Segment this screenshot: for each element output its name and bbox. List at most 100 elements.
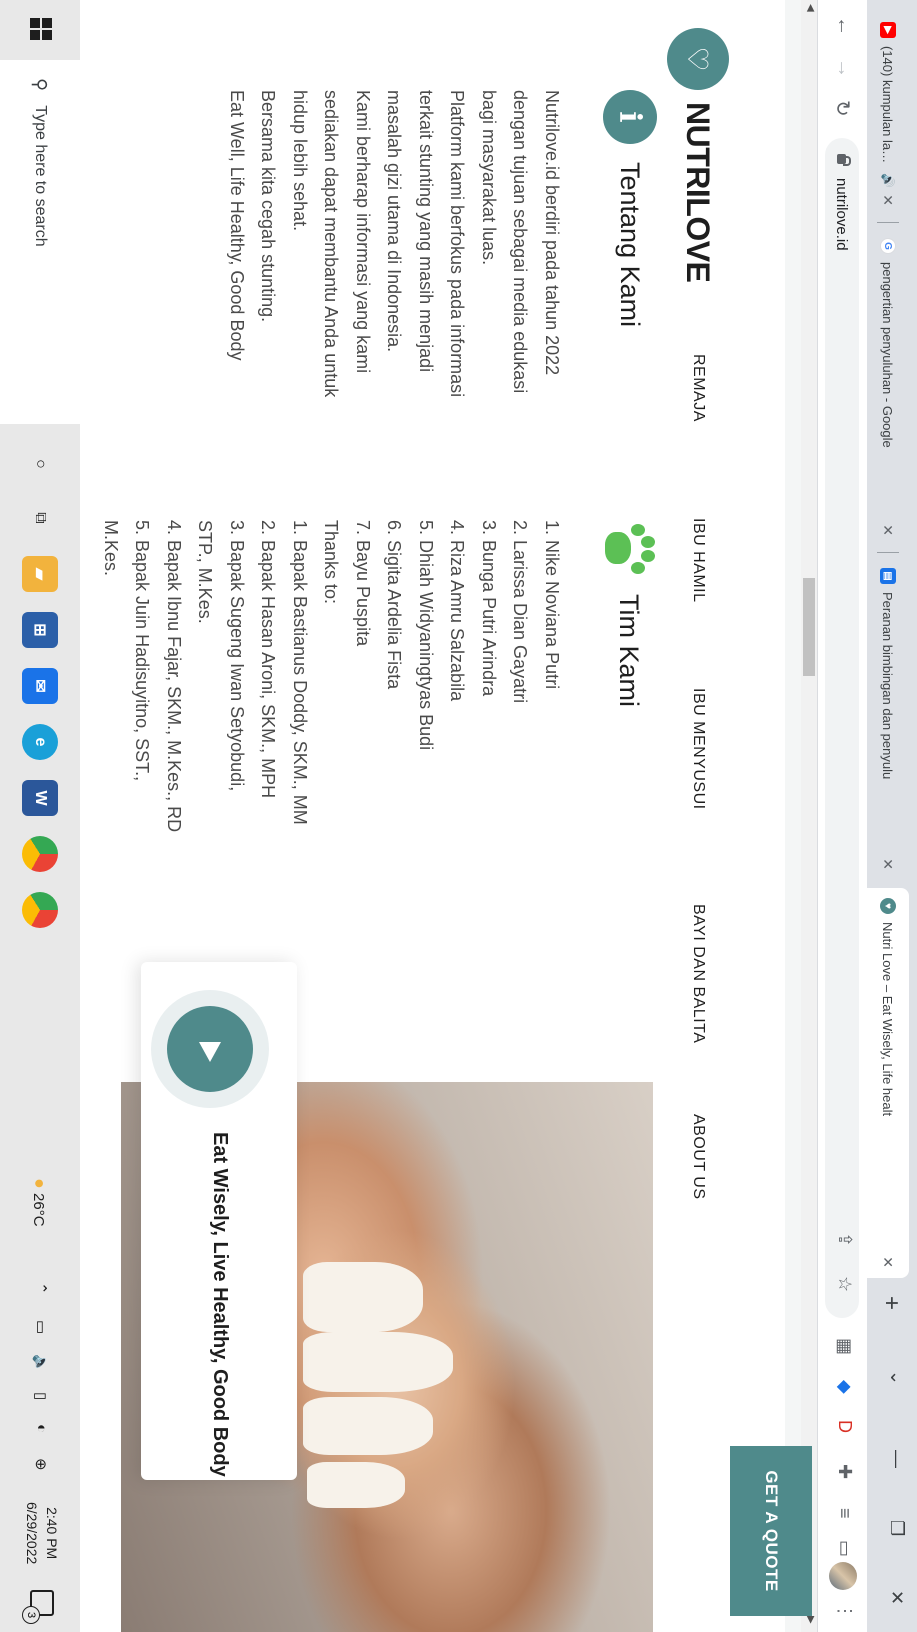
google-icon: G bbox=[880, 238, 896, 254]
chrome-icon[interactable] bbox=[22, 836, 58, 872]
browser-toolbar: ← → ↻ nutrilove.id ⇪ ☆ ▦ ◆ D ✚ ≡ ▭ ⋮ bbox=[817, 0, 867, 1632]
menu-dots-icon[interactable]: ⋮ bbox=[834, 1602, 855, 1620]
puzzle-icon[interactable]: ✚ bbox=[834, 1464, 855, 1479]
team-line: 2. Larissa Dian Gayatri bbox=[510, 520, 531, 704]
tray-battery-icon[interactable]: ▭ bbox=[32, 1320, 50, 1334]
chrome-profile-icon[interactable] bbox=[22, 892, 58, 928]
tab-nutrilove[interactable]: ♥ Nutri Love – Eat Wisely, Life healt ✕ bbox=[867, 888, 909, 1278]
nav-ibu-menyusui[interactable]: IBU MENYUSUI bbox=[689, 688, 707, 810]
clock-date: 6/29/2022 bbox=[24, 1502, 40, 1565]
nav-ibu-hamil[interactable]: IBU HAMIL bbox=[689, 518, 707, 603]
hero-caption-text: Eat Wisely, Live Healthy, Good Body bbox=[209, 1132, 231, 1477]
heart-logo-icon: ♡ bbox=[667, 28, 729, 90]
tab-search-icon[interactable]: ⌄ bbox=[886, 1370, 907, 1385]
new-tab-button[interactable]: + bbox=[877, 1296, 905, 1310]
taskbar-clock[interactable]: 2:40 PM 6/29/2022 bbox=[22, 1502, 62, 1564]
search-placeholder: Type here to search bbox=[32, 105, 49, 247]
about-line: masalah gizi utama di Indonesia. bbox=[384, 90, 405, 353]
task-view-icon[interactable]: ⧉ bbox=[22, 500, 58, 536]
extension-icon[interactable]: ▦ bbox=[834, 1338, 855, 1355]
paper-family-figure bbox=[307, 1462, 405, 1508]
team-text: 1. Nike Noviana Putri 2. Larissa Dian Gay… bbox=[95, 520, 568, 832]
tab-separator bbox=[877, 222, 899, 223]
share-icon[interactable]: ⇪ bbox=[834, 1232, 855, 1247]
nav-bayi-dan-balita[interactable]: BAYI DAN BALITA bbox=[689, 904, 707, 1043]
close-icon[interactable]: ✕ bbox=[880, 858, 897, 870]
tray-chevron-icon[interactable]: ⌃ bbox=[32, 1282, 50, 1295]
tab-label: (140) kumpulan lagu indie fu bbox=[880, 46, 896, 170]
store-icon[interactable]: ⊞ bbox=[22, 612, 58, 648]
play-button-ring[interactable] bbox=[151, 990, 269, 1108]
scroll-right-icon[interactable]: ▶ bbox=[805, 1616, 816, 1624]
tray-network-icon[interactable]: ⊕ bbox=[32, 1458, 50, 1471]
paper-family-figure bbox=[303, 1332, 453, 1392]
team-line: 3. Bapak Sugeng Iwan Setyobudi, bbox=[227, 520, 247, 792]
about-line: sediakan dapat membantu Anda untuk bbox=[321, 90, 342, 398]
file-explorer-icon[interactable]: ▰ bbox=[22, 556, 58, 592]
bookmark-star-icon[interactable]: ☆ bbox=[834, 1276, 855, 1292]
windows-start-icon[interactable] bbox=[30, 18, 52, 40]
edge-icon[interactable]: e bbox=[22, 724, 58, 760]
tray-volume-icon[interactable]: 🔈 bbox=[32, 1354, 50, 1373]
notification-count: 3 bbox=[22, 1606, 40, 1624]
close-window-icon[interactable]: ✕ bbox=[886, 1590, 907, 1605]
play-button[interactable] bbox=[167, 1006, 253, 1092]
close-icon[interactable]: ✕ bbox=[880, 524, 897, 536]
taskbar-search[interactable]: ⚲ Type here to search bbox=[0, 60, 80, 424]
about-heading: i Tentang Kami bbox=[603, 90, 657, 327]
mail-icon[interactable]: ✉ bbox=[22, 668, 58, 704]
youtube-icon: ▶ bbox=[880, 22, 896, 38]
close-icon[interactable]: ✕ bbox=[880, 194, 897, 206]
tray-phone-icon[interactable]: ▯ bbox=[32, 1392, 50, 1400]
team-line: 5. Dhiah Widyaningtyas Budi bbox=[416, 520, 436, 751]
side-panel-icon[interactable]: ▭ bbox=[834, 1540, 855, 1557]
site-top-strip bbox=[785, 0, 801, 1632]
back-icon[interactable]: ← bbox=[832, 16, 855, 36]
about-line: Bersama kita cegah stunting. bbox=[258, 90, 279, 323]
close-icon[interactable]: ✕ bbox=[880, 1256, 897, 1268]
team-line: 1. Nike Noviana Putri bbox=[542, 520, 562, 690]
lock-icon[interactable] bbox=[837, 154, 847, 164]
web-page: ◀ ▶ ♡ NUTRILOVE REMAJA IBU HAMIL IBU MEN… bbox=[80, 0, 817, 1632]
restore-icon[interactable]: ❐ bbox=[886, 1520, 907, 1536]
tab-google[interactable]: G pengertian penyuluhan - Google ✕ bbox=[867, 228, 909, 546]
tab-youtube[interactable]: ▶ (140) kumpulan lagu indie fu 🔊 ✕ bbox=[867, 12, 909, 216]
reload-icon[interactable]: ↻ bbox=[830, 100, 855, 117]
about-line: bagi masyarakat luas. bbox=[479, 90, 499, 266]
tab-peranan[interactable]: ▤ Peranan bimbingan dan penyulu ✕ bbox=[867, 558, 909, 880]
about-line: Nutrilove.id berdiri pada tahun 2022 bbox=[542, 90, 562, 376]
browser-tab-strip: ▶ (140) kumpulan lagu indie fu 🔊 ✕ G pen… bbox=[867, 0, 917, 1632]
scrollbar-thumb[interactable] bbox=[803, 578, 815, 676]
windows-taskbar: ⚲ Type here to search ○ ⧉ ▰ ⊞ ✉ e W ● 26… bbox=[0, 0, 80, 1632]
about-text: Nutrilove.id berdiri pada tahun 2022 deng… bbox=[221, 90, 568, 397]
minimize-icon[interactable]: — bbox=[886, 1450, 907, 1468]
get-a-quote-button[interactable]: GET A QUOTE bbox=[730, 1446, 812, 1616]
team-line: 6. Sigita Ardelia Fista bbox=[384, 520, 405, 690]
notification-icon[interactable]: 3 bbox=[22, 1590, 54, 1624]
tray-onedrive-icon[interactable]: ◐ bbox=[33, 1424, 50, 1433]
forward-icon[interactable]: → bbox=[832, 58, 855, 78]
word-icon[interactable]: W bbox=[22, 780, 58, 816]
horizontal-scrollbar[interactable]: ◀ ▶ bbox=[801, 0, 817, 1632]
extension-d-icon[interactable]: D bbox=[834, 1420, 855, 1433]
reading-list-icon[interactable]: ≡ bbox=[834, 1508, 855, 1519]
extension-diamond-icon[interactable]: ◆ bbox=[834, 1380, 855, 1394]
play-icon bbox=[199, 1041, 221, 1062]
nav-remaja[interactable]: REMAJA bbox=[689, 354, 707, 422]
about-line: Platform kami berfokus pada informasi bbox=[447, 90, 468, 398]
about-line: Kami berharap informasi yang kami bbox=[353, 90, 373, 374]
nutrilove-favicon-icon: ♥ bbox=[880, 898, 896, 914]
paper-family-figure bbox=[303, 1262, 423, 1332]
cortana-icon[interactable]: ○ bbox=[22, 446, 58, 482]
address-bar[interactable]: nutrilove.id bbox=[825, 138, 859, 1318]
team-title: Tim Kami bbox=[614, 594, 645, 707]
nav-about-us[interactable]: ABOUT US bbox=[689, 1114, 707, 1200]
search-icon: ⚲ bbox=[30, 78, 51, 92]
profile-avatar[interactable] bbox=[829, 1562, 857, 1590]
info-icon: i bbox=[603, 90, 657, 144]
scroll-left-icon[interactable]: ◀ bbox=[805, 4, 816, 12]
site-logo[interactable]: ♡ NUTRILOVE bbox=[667, 28, 729, 282]
weather-sun-icon: ● bbox=[30, 1178, 50, 1189]
audio-icon[interactable]: 🔊 bbox=[881, 173, 895, 188]
weather-widget[interactable]: ● 26°C bbox=[29, 1178, 50, 1227]
